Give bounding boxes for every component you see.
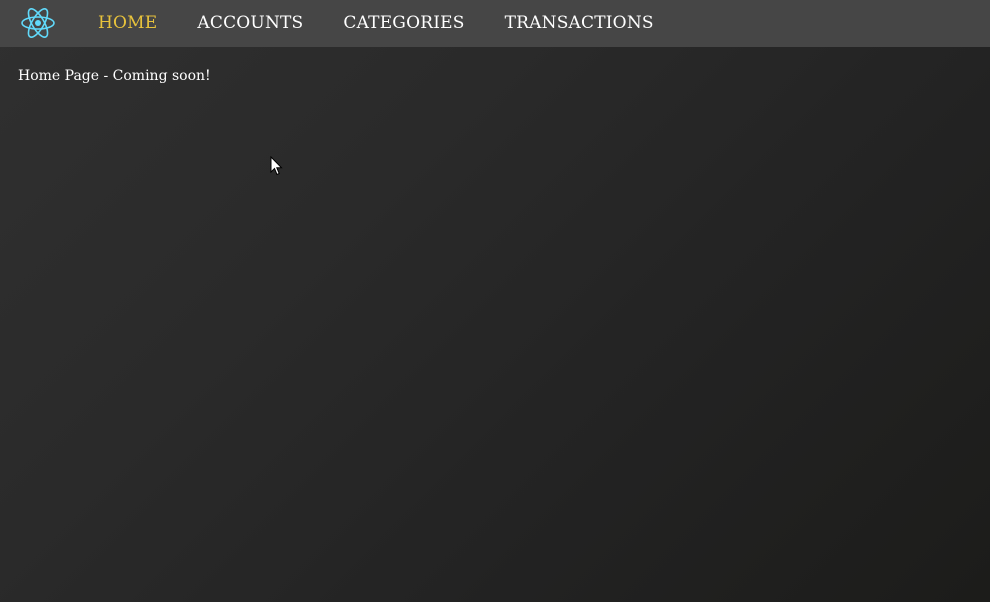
nav-link-accounts[interactable]: ACCOUNTS <box>197 0 303 47</box>
top-navbar: HOME ACCOUNTS CATEGORIES TRANSACTIONS <box>0 0 990 47</box>
nav-link-home[interactable]: HOME <box>98 0 157 47</box>
coming-soon-message: Home Page - Coming soon! <box>18 68 211 84</box>
nav-link-transactions[interactable]: TRANSACTIONS <box>505 0 654 47</box>
react-atom-icon[interactable] <box>20 6 56 40</box>
mouse-cursor-icon <box>270 156 283 176</box>
nav-link-categories[interactable]: CATEGORIES <box>343 0 464 47</box>
main-content: Home Page - Coming soon! <box>18 68 211 84</box>
nav-links: HOME ACCOUNTS CATEGORIES TRANSACTIONS <box>98 0 694 47</box>
